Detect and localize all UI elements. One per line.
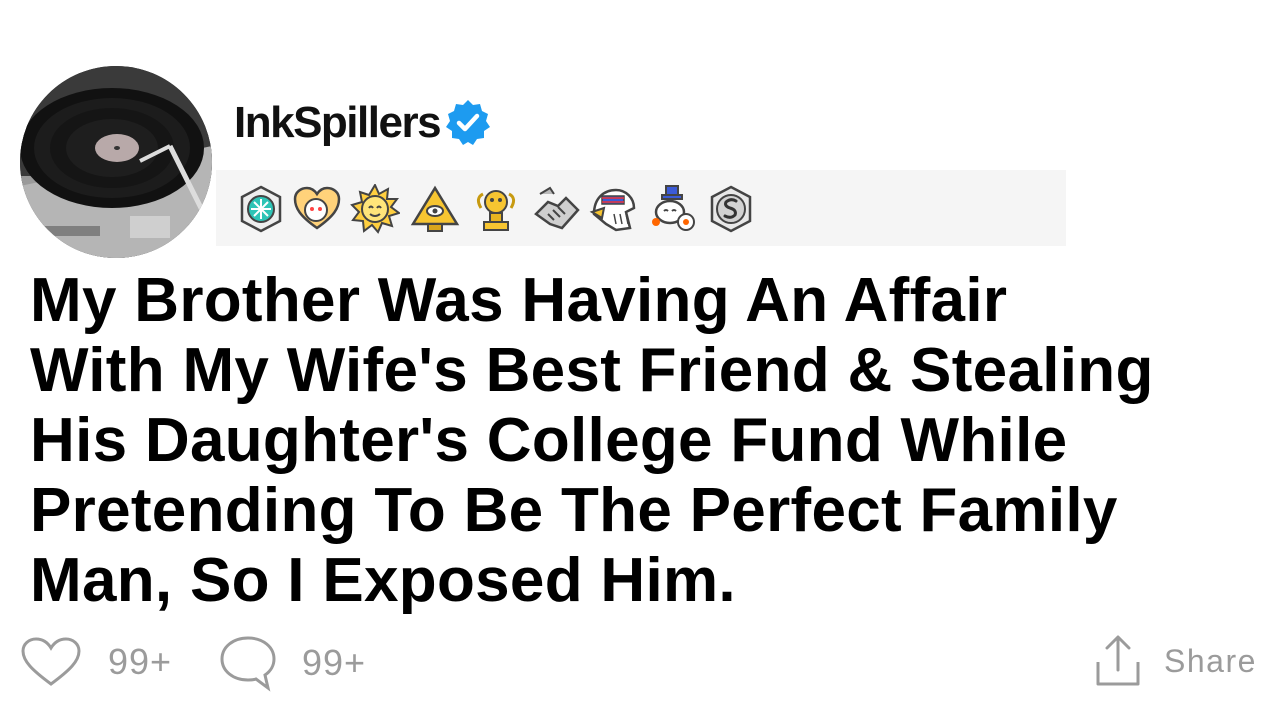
eagle-award-icon[interactable]: [588, 184, 638, 234]
avatar[interactable]: [20, 66, 212, 258]
record-player-icon: [20, 66, 212, 258]
action-bar: 99+ 99+ Share: [0, 628, 1280, 698]
heart-icon: [21, 637, 81, 686]
like-button[interactable]: 99+: [20, 636, 172, 688]
sun-award-icon[interactable]: [350, 184, 400, 234]
post-title-line: Pretending To Be The Perfect Family: [30, 476, 1118, 545]
post-title[interactable]: My Brother Was Having An Affair With My …: [30, 266, 1260, 616]
share-button[interactable]: Share: [1094, 634, 1257, 688]
share-label: Share: [1164, 642, 1257, 679]
verified-badge-icon: [446, 100, 491, 145]
silver-award-icon[interactable]: [706, 184, 756, 234]
snoo-hat-award-icon[interactable]: [648, 184, 698, 234]
awards-bar: [216, 170, 1066, 246]
share-icon: [1096, 635, 1140, 686]
pyramid-eye-award-icon[interactable]: [410, 184, 460, 234]
post-title-line: Man, So I Exposed Him.: [30, 546, 736, 615]
post-title-line: With My Wife's Best Friend & Stealing: [30, 336, 1154, 405]
gold-trophy-award-icon[interactable]: [471, 184, 521, 234]
username-row: InkSpillers: [234, 96, 494, 150]
post-title-line: My Brother Was Having An Affair: [30, 266, 1008, 335]
comment-count: 99+: [302, 642, 367, 683]
username[interactable]: InkSpillers: [234, 98, 442, 148]
like-count: 99+: [108, 641, 173, 682]
post-title-line: His Daughter's College Fund While: [30, 406, 1068, 475]
wholesome-award-icon[interactable]: [292, 184, 342, 234]
comment-button[interactable]: 99+: [218, 634, 366, 692]
helpful-award-icon[interactable]: [236, 184, 286, 234]
handshake-award-icon[interactable]: [532, 184, 582, 234]
comment-bubble-icon: [220, 636, 276, 692]
